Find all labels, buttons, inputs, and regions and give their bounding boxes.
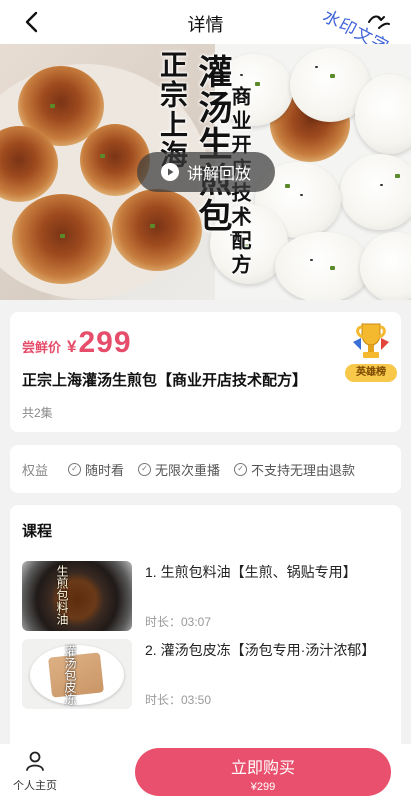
detail-page: 详情 水印文字 正宗上海 灌汤生煎包 讲解回放 尝鲜价 ¥ 299 正宗上海灌汤… <box>0 0 411 800</box>
right-item: ✓ 不支持无理由退款 <box>234 460 355 479</box>
thumbnail-caption: 灌汤包皮冻 <box>63 645 77 705</box>
profile-button[interactable]: 个人主页 <box>10 750 60 796</box>
episode-count: 共2集 <box>22 406 53 420</box>
section-title: 课程 <box>22 523 53 540</box>
fried-bun-image <box>12 194 112 284</box>
lesson-thumbnail: 灌汤包皮冻 <box>22 639 132 709</box>
price-value: 299 <box>78 326 132 359</box>
buy-now-button[interactable]: 立即购买 ¥299 <box>135 748 391 796</box>
right-item-label: 不支持无理由退款 <box>251 462 356 478</box>
profile-label: 个人主页 <box>13 780 57 792</box>
buy-now-label: 立即购买 <box>230 760 295 777</box>
course-title: 正宗上海灌汤生煎包【商业开店技术配方】 <box>22 372 308 389</box>
bottom-action-bar: 个人主页 立即购买 ¥299 <box>0 744 411 800</box>
rights-label: 权益 <box>22 462 49 478</box>
thumbnail-caption: 生煎包料油 <box>55 565 69 625</box>
steamed-bun-image <box>340 154 411 230</box>
right-item: ✓ 随时看 <box>68 460 124 479</box>
price-currency: ¥ <box>67 337 77 356</box>
right-item-label: 无限次重播 <box>155 462 221 478</box>
check-circle-icon: ✓ <box>68 462 82 476</box>
steamed-bun-image <box>275 232 371 300</box>
person-icon <box>24 750 46 772</box>
check-circle-icon: ✓ <box>138 462 152 476</box>
trophy-icon <box>353 323 389 358</box>
price-card: 尝鲜价 ¥ 299 正宗上海灌汤生煎包【商业开店技术配方】 共2集 英雄榜 <box>10 312 401 432</box>
lesson-title: 2. 灌汤包皮冻【汤包专用·汤汁浓郁】 <box>145 642 376 658</box>
right-item: ✓ 无限次重播 <box>138 460 220 479</box>
badge-label: 英雄榜 <box>345 364 397 382</box>
leaderboard-badge[interactable]: 英雄榜 <box>343 320 399 386</box>
price-row: 尝鲜价 ¥ 299 <box>22 326 132 360</box>
top-nav-bar: 详情 水印文字 <box>0 0 411 57</box>
right-item-label: 随时看 <box>85 462 125 478</box>
replay-button[interactable]: 讲解回放 <box>137 152 275 192</box>
lesson-duration: 时长：03:50 <box>145 693 212 707</box>
course-list-card: 课程 生煎包料油 1. 生煎包料油【生煎、锅贴专用】 时长：03:07 灌汤包皮… <box>10 505 401 755</box>
lesson-title: 1. 生煎包料油【生煎、锅贴专用】 <box>145 564 357 580</box>
lesson-item[interactable]: 灌汤包皮冻 2. 灌汤包皮冻【汤包专用·汤汁浓郁】 时长：03:50 <box>22 639 392 709</box>
lesson-thumbnail: 生煎包料油 <box>22 561 132 631</box>
rights-card: 权益 ✓ 随时看 ✓ 无限次重播 ✓ 不支持无理由退款 <box>10 445 401 493</box>
play-icon <box>160 163 179 181</box>
price-tag: 尝鲜价 <box>22 340 62 355</box>
check-circle-icon: ✓ <box>234 462 248 476</box>
replay-label: 讲解回放 <box>186 166 251 183</box>
hero-video-cover[interactable]: 正宗上海 灌汤生煎包 商业开店技术配方 讲解回放 <box>0 44 411 300</box>
lesson-item[interactable]: 生煎包料油 1. 生煎包料油【生煎、锅贴专用】 时长：03:07 <box>22 561 392 631</box>
lesson-duration: 时长：03:07 <box>145 615 212 629</box>
buy-now-price: ¥299 <box>250 781 276 793</box>
